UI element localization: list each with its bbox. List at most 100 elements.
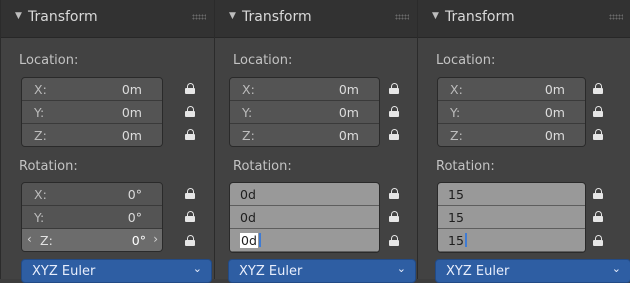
rotation-label: Rotation: [19,159,78,174]
field-value: 0° [131,233,146,248]
field-text: 15 [448,187,464,202]
panel-title: Transform [445,9,515,25]
lock-icon[interactable] [389,83,399,94]
field-text: 0d [240,187,256,202]
field-value: 0m [338,128,359,143]
rotation-x-field[interactable]: X: 0° [22,183,162,206]
chevron-down-icon: ⌄ [192,262,202,275]
axis-label: Z: [34,128,47,143]
collapse-triangle-icon[interactable]: ▼ [432,11,439,21]
lock-icon[interactable] [389,235,399,246]
axis-label: Y: [242,105,253,120]
location-z-field[interactable]: Z: 0m [438,124,585,146]
location-z-field[interactable]: Z: 0m [22,124,162,146]
location-x-field[interactable]: X: 0m [22,78,162,101]
drag-grip-icon[interactable] [395,14,409,20]
transform-panel-3: ▼ Transform Location: X: 0m Y: 0m Z: 0m … [417,0,630,283]
rotation-vector: X: 0° Y: 0° ‹ Z: 0° › [21,182,163,252]
drag-grip-icon[interactable] [192,14,206,20]
rotation-mode-dropdown[interactable]: XYZ Euler ⌄ [21,259,212,283]
rotation-vector: 0d 0d 0d [229,182,380,253]
field-value: 0m [544,82,565,97]
location-y-field[interactable]: Y: 0m [438,101,585,124]
field-value: 0° [127,210,142,225]
location-vector: X: 0m Y: 0m Z: 0m [437,77,586,147]
lock-icon[interactable] [389,188,399,199]
location-x-field[interactable]: X: 0m [438,78,585,101]
panel-header[interactable]: ▼ Transform [418,0,630,38]
increment-arrow-icon[interactable]: › [153,232,158,246]
chevron-down-icon: ⌄ [611,262,621,275]
collapse-triangle-icon[interactable]: ▼ [229,11,236,21]
lock-icon[interactable] [185,129,195,140]
panel-header[interactable]: ▼ Transform [215,0,417,38]
rotation-mode-dropdown[interactable]: XYZ Euler ⌄ [435,259,630,283]
axis-label: X: [34,82,47,97]
field-text: 0d [240,210,256,225]
rotation-z-text-field[interactable]: 0d [230,229,379,252]
lock-icon[interactable] [185,83,195,94]
field-value: 0° [127,187,142,202]
transform-panel-1: ▼ Transform Location: X: 0m Y: 0m Z: 0m … [0,0,214,283]
lock-icon[interactable] [593,188,603,199]
rotation-x-text-field[interactable]: 15 [438,183,585,206]
dropdown-value: XYZ Euler [446,264,510,279]
location-label: Location: [436,53,496,68]
rotation-label: Rotation: [233,159,292,174]
transform-panel-2: ▼ Transform Location: X: 0m Y: 0m Z: 0m … [214,0,417,283]
decrement-arrow-icon[interactable]: ‹ [27,232,32,246]
axis-label: X: [34,187,47,202]
field-value: 0m [121,128,142,143]
axis-label: Y: [34,105,45,120]
drag-grip-icon[interactable] [609,14,623,20]
text-caret [464,233,467,247]
panel-title: Transform [242,9,312,25]
location-x-field[interactable]: X: 0m [230,78,379,101]
rotation-x-text-field[interactable]: 0d [230,183,379,206]
location-y-field[interactable]: Y: 0m [22,101,162,124]
lock-icon[interactable] [185,235,195,246]
field-value: 0m [544,105,565,120]
panel-header[interactable]: ▼ Transform [1,0,214,38]
rotation-mode-dropdown[interactable]: XYZ Euler ⌄ [228,259,416,283]
collapse-triangle-icon[interactable]: ▼ [15,11,22,21]
location-label: Location: [233,53,293,68]
lock-icon[interactable] [185,211,195,222]
location-z-field[interactable]: Z: 0m [230,124,379,146]
rotation-vector: 15 15 15 [437,182,586,253]
lock-icon[interactable] [593,129,603,140]
field-text: 0d [240,233,261,248]
lock-icon[interactable] [389,211,399,222]
selected-text: 0d [240,233,258,248]
lock-icon[interactable] [185,188,195,199]
rotation-z-text-field[interactable]: 15 [438,229,585,252]
lock-icon[interactable] [593,106,603,117]
lock-icon[interactable] [593,211,603,222]
field-text: 15 [448,210,464,225]
chevron-down-icon: ⌄ [396,262,406,275]
field-value: 0m [121,105,142,120]
location-vector: X: 0m Y: 0m Z: 0m [21,77,163,147]
panel-title: Transform [28,9,98,25]
rotation-y-text-field[interactable]: 15 [438,206,585,229]
lock-icon[interactable] [389,106,399,117]
rotation-y-text-field[interactable]: 0d [230,206,379,229]
axis-label: Z: [40,233,53,248]
location-vector: X: 0m Y: 0m Z: 0m [229,77,380,147]
location-label: Location: [19,53,79,68]
axis-label: Z: [242,128,255,143]
lock-icon[interactable] [593,235,603,246]
rotation-label: Rotation: [436,159,495,174]
axis-label: Y: [450,105,461,120]
lock-icon[interactable] [593,83,603,94]
typed-text: 15 [448,233,464,248]
rotation-y-field[interactable]: Y: 0° [22,206,162,229]
axis-label: X: [450,82,463,97]
rotation-z-field[interactable]: ‹ Z: 0° › [22,229,162,251]
axis-label: Y: [34,210,45,225]
dropdown-value: XYZ Euler [239,264,303,279]
lock-icon[interactable] [185,106,195,117]
location-y-field[interactable]: Y: 0m [230,101,379,124]
lock-icon[interactable] [389,129,399,140]
field-value: 0m [338,105,359,120]
